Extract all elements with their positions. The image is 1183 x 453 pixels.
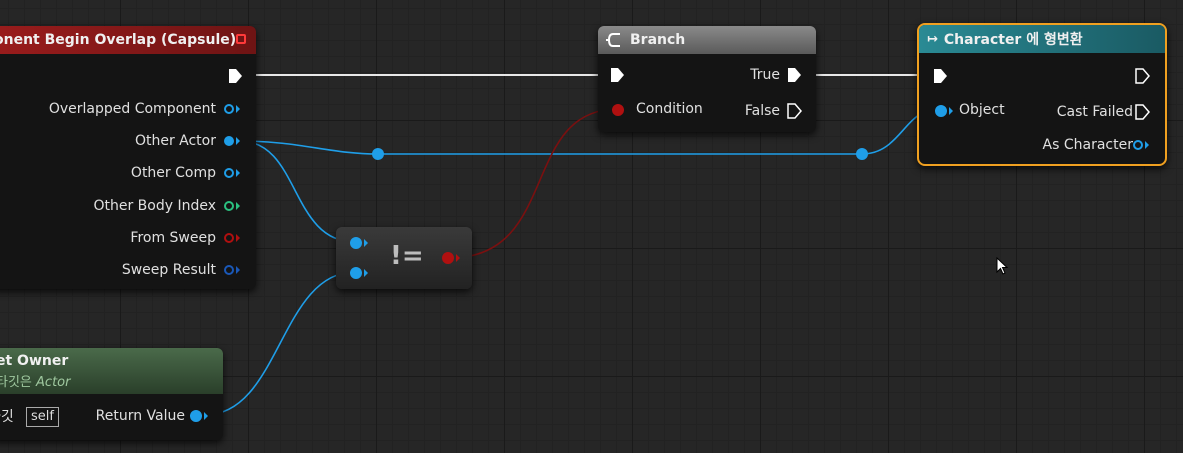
pin-from-sweep[interactable] [224,233,234,243]
pin-arrow-from-sweep [236,234,240,242]
cast-failed-label: Cast Failed [1056,104,1133,120]
event-node-title: onent Begin Overlap (Capsule) [0,32,237,48]
as-character-pin[interactable] [1133,140,1143,150]
notequal-output-arrow [456,254,460,262]
get-owner-target-label: 타깃 [0,409,14,425]
cast-exec-out-pin[interactable] [1135,68,1151,84]
cast-icon: ↦ [927,31,938,47]
object-wire-otheractor-to-notequal [239,140,356,243]
branch-true-label: True [750,67,780,83]
reroute-knot-right [856,148,868,160]
get-owner-return-label: Return Value [95,408,185,424]
get-owner-title: et Owner [0,353,69,369]
not-equal-node[interactable]: != [336,227,472,289]
branch-false-pin[interactable] [787,103,803,119]
pin-label-sweep-result: Sweep Result [121,262,216,278]
get-owner-return-arrow [204,412,208,420]
pin-label-other-body-index: Other Body Index [93,198,216,214]
cast-node-title: Character 에 형변환 [943,32,1083,48]
branch-condition-label: Condition [636,101,703,117]
pin-sweep-result[interactable] [224,265,234,275]
object-wire-returnvalue-to-notequal [204,271,356,416]
notequal-output-pin[interactable] [442,252,454,264]
pin-label-overlapped-component: Overlapped Component [48,101,216,117]
event-node-begin-overlap[interactable]: onent Begin Overlap (Capsule) Overlapped… [0,26,256,289]
cast-object-pin[interactable] [935,105,947,117]
pin-arrow-sweep-result [236,266,240,274]
pin-other-body-index[interactable] [224,201,234,211]
bool-wire-notequal-to-condition [449,108,619,259]
get-owner-return-pin[interactable] [190,410,202,422]
pin-other-actor[interactable] [224,136,234,146]
delegate-icon [236,34,246,44]
pin-label-other-actor: Other Actor [134,133,216,149]
get-owner-header: et Owner 타깃은 Actor [0,348,223,394]
cast-to-character-node[interactable]: ↦ Character 에 형변환 Object Cast Failed As … [917,23,1167,166]
pin-arrow-other-body-index [236,202,240,210]
branch-false-label: False [744,103,780,119]
exec-out-pin[interactable] [228,68,244,84]
object-wire-otheractor-to-cast [239,109,936,155]
branch-true-pin[interactable] [787,67,803,83]
as-character-label: As Character [1042,137,1133,153]
branch-exec-in-pin[interactable] [610,67,626,83]
get-owner-self-box[interactable]: self [26,407,59,427]
pin-arrow-overlapped-component [236,105,240,113]
notequal-input-b-arrow [364,269,368,277]
pin-arrow-other-comp [236,169,240,177]
branch-condition-pin[interactable] [612,104,624,116]
notequal-input-a-arrow [364,239,368,247]
pin-label-other-comp: Other Comp [130,165,216,181]
cast-exec-in-pin[interactable] [933,68,949,84]
get-owner-node[interactable]: et Owner 타깃은 Actor 타깃 self Return Value [0,348,223,440]
get-owner-subtitle-type: Actor [36,375,71,390]
notequal-symbol: != [390,241,424,271]
notequal-input-b-pin[interactable] [350,267,362,279]
mouse-cursor-icon [996,257,1009,275]
event-node-header: onent Begin Overlap (Capsule) [0,26,256,54]
cast-object-label: Object [959,102,1005,118]
as-character-pin-arrow [1145,141,1149,149]
branch-node-title: Branch [630,32,686,48]
pin-overlapped-component[interactable] [224,104,234,114]
branch-node-header: Branch [598,26,816,54]
get-owner-subtitle: 타깃은 Actor [0,371,223,390]
branch-icon [606,33,620,47]
cast-object-pin-arrow [949,107,953,115]
pin-arrow-other-actor [236,137,240,145]
notequal-input-a-pin[interactable] [350,237,362,249]
pin-other-comp[interactable] [224,168,234,178]
pin-label-from-sweep: From Sweep [130,230,216,246]
reroute-knot-left [372,148,384,160]
get-owner-subtitle-prefix: 타깃은 [0,375,32,390]
cast-failed-pin[interactable] [1135,104,1151,120]
branch-node[interactable]: Branch Condition True False [598,26,816,132]
cast-node-header: ↦ Character 에 형변환 [919,25,1165,53]
